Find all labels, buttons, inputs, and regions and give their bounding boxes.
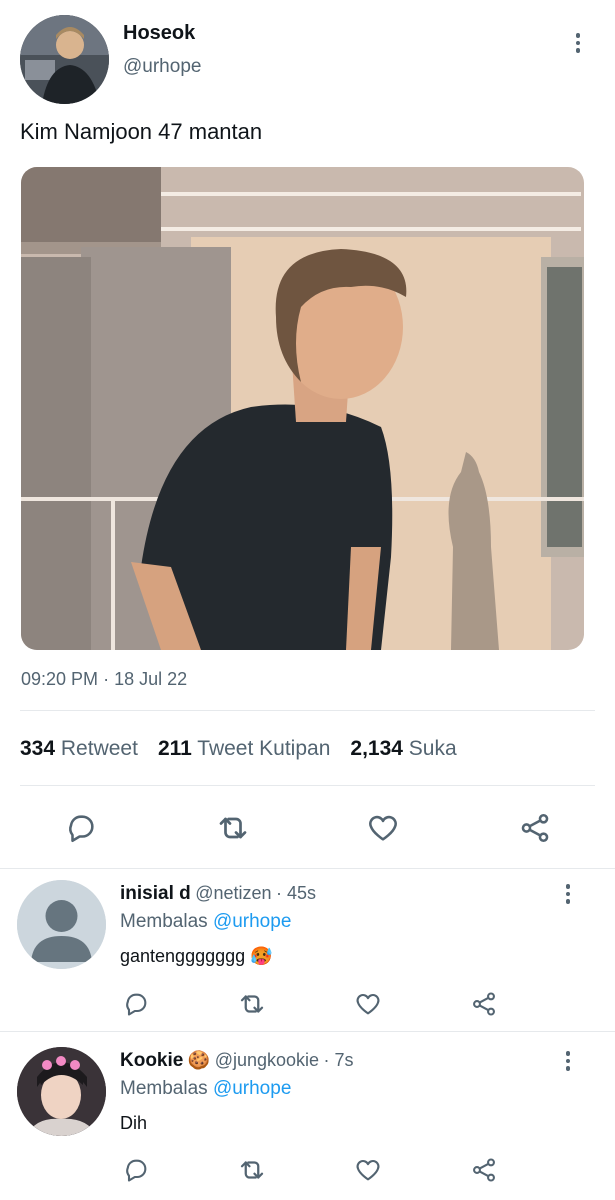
share-button[interactable] (466, 1153, 502, 1187)
replying-to-prefix: Membalas (120, 911, 208, 932)
likes-count: 2,134 (350, 737, 403, 760)
divider (0, 1031, 615, 1032)
retweet-icon (240, 995, 264, 1013)
tweet-time: 09:20 PM (21, 669, 99, 689)
replying-to: Membalas @urhope (120, 911, 291, 933)
retweet-button[interactable] (234, 1153, 270, 1187)
quotes-label: Tweet Kutipan (197, 737, 331, 760)
reply-time: · 7s (323, 1050, 354, 1070)
like-button[interactable] (362, 808, 404, 848)
retweets-stat[interactable]: 334 Retweet (20, 737, 138, 761)
reply-text: Dih (120, 1113, 147, 1134)
likes-stat[interactable]: 2,134 Suka (350, 737, 456, 761)
reply-text: gantenggggggg 🥵 (120, 946, 273, 967)
tweet-text: Kim Namjoon 47 mantan (20, 119, 263, 144)
reply-author-handle[interactable]: @jungkookie (215, 1050, 319, 1070)
comment-icon (126, 1159, 147, 1182)
reply-author-name[interactable]: inisial d (120, 883, 191, 904)
retweets-label: Retweet (60, 737, 138, 760)
reply-header: Kookie 🍪 @jungkookie · 7s (120, 1050, 354, 1072)
reply-text-body: gantenggggggg (120, 946, 246, 966)
replying-to-link[interactable]: @urhope (213, 911, 291, 932)
tweet-stats: 334 Retweet 211 Tweet Kutipan 2,134 Suka (20, 737, 457, 761)
share-icon (473, 1158, 495, 1182)
more-options-icon[interactable] (566, 31, 590, 55)
like-button[interactable] (350, 1153, 386, 1187)
like-button[interactable] (350, 987, 386, 1021)
hot-face-emoji: 🥵 (250, 946, 273, 966)
replying-to: Membalas @urhope (120, 1078, 291, 1100)
replying-to-link[interactable]: @urhope (213, 1078, 291, 1099)
cookie-emoji: 🍪 (187, 1050, 211, 1070)
comment-icon (69, 815, 94, 843)
reply-avatar[interactable] (17, 1047, 106, 1136)
quotes-stat[interactable]: 211 Tweet Kutipan (158, 737, 330, 761)
reply-header: inisial d @netizen · 45s (120, 883, 316, 905)
separator-dot: · (103, 669, 110, 689)
heart-icon (356, 993, 380, 1015)
replying-to-prefix: Membalas (120, 1078, 208, 1099)
reply-button[interactable] (118, 1153, 154, 1187)
divider (0, 868, 615, 869)
author-avatar[interactable] (20, 15, 109, 104)
retweet-icon (219, 817, 247, 839)
quotes-count: 211 (157, 737, 192, 760)
heart-icon (369, 815, 397, 841)
author-handle[interactable]: @urhope (123, 56, 201, 78)
tweet-date: 18 Jul 22 (114, 669, 188, 689)
retweet-icon (240, 1161, 264, 1179)
reply-avatar[interactable] (17, 880, 106, 969)
share-icon (473, 992, 495, 1016)
reply-author-handle[interactable]: @netizen (195, 883, 271, 903)
tweet-timestamp[interactable]: 09:20 PM · 18 Jul 22 (21, 669, 187, 690)
retweets-count: 334 (20, 737, 56, 760)
reply-button[interactable] (60, 808, 102, 848)
more-options-icon[interactable] (556, 882, 580, 906)
reply-author-name[interactable]: Kookie (120, 1050, 183, 1071)
share-button[interactable] (466, 987, 502, 1021)
share-button[interactable] (514, 808, 556, 848)
reply-button[interactable] (118, 987, 154, 1021)
retweet-button[interactable] (234, 987, 270, 1021)
reply-time: · 45s (275, 883, 317, 903)
divider (20, 785, 595, 786)
more-options-icon[interactable] (556, 1049, 580, 1073)
retweet-button[interactable] (212, 808, 254, 848)
reply-text-body: Dih (120, 1113, 148, 1133)
likes-label: Suka (408, 737, 457, 760)
divider (20, 710, 595, 711)
share-icon (521, 813, 549, 843)
heart-icon (356, 1159, 380, 1181)
comment-icon (126, 993, 147, 1016)
author-name[interactable]: Hoseok (123, 22, 195, 45)
tweet-photo[interactable] (21, 167, 584, 650)
